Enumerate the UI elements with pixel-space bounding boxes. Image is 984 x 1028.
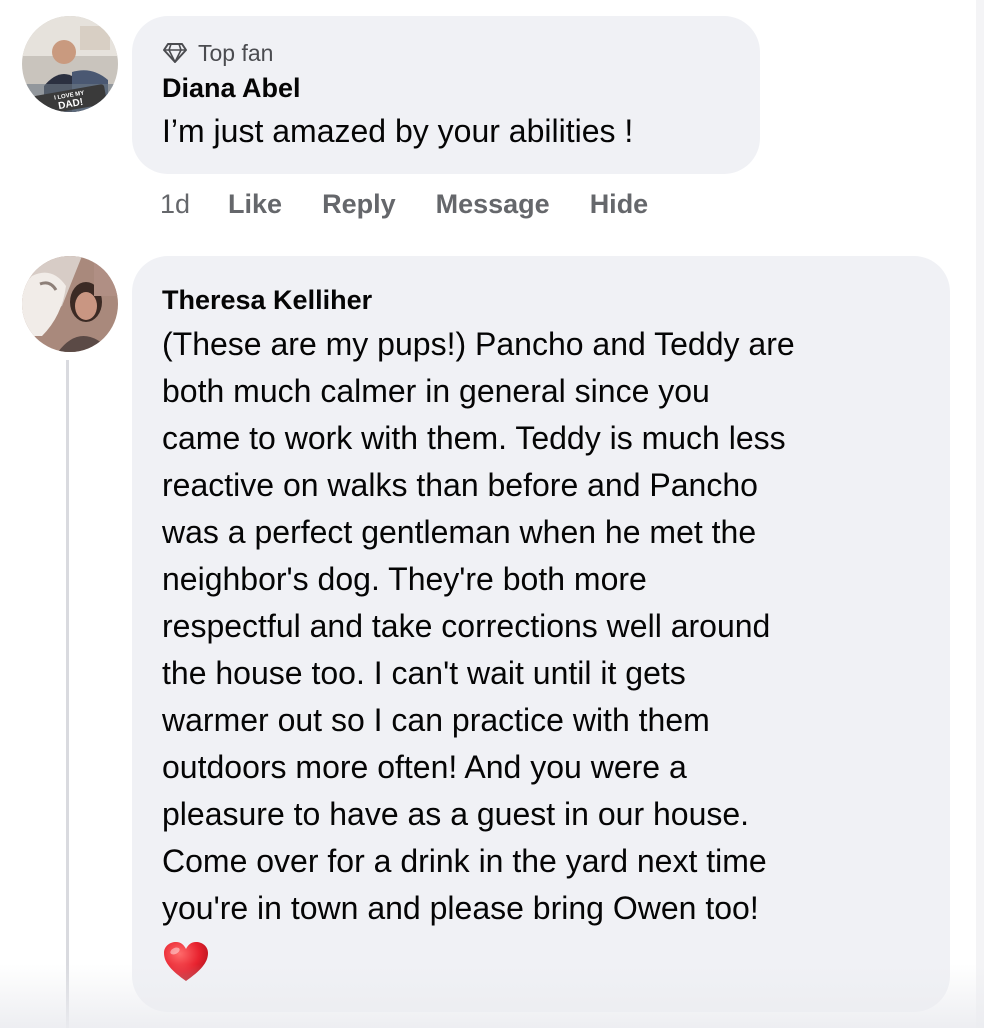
avatar-photo-icon [22,256,118,352]
like-button[interactable]: Like [228,189,282,220]
comment-author[interactable]: Diana Abel [162,68,730,108]
avatar[interactable]: I LOVE MY DAD! [22,16,118,112]
comment-timestamp[interactable]: 1d [160,189,190,220]
comment-bubble: Theresa Kelliher (These are my pups!) Pa… [132,256,950,1012]
avatar[interactable] [22,256,118,352]
comment-actions: 1d Like Reply Message Hide [160,184,688,224]
red-heart-icon [164,942,208,981]
badge-label: Top fan [198,39,274,66]
comment-author[interactable]: Theresa Kelliher [162,280,920,320]
hide-button[interactable]: Hide [590,189,649,220]
message-button[interactable]: Message [436,189,550,220]
comment-text: (These are my pups!) Pancho and Teddy ar… [162,326,795,926]
reply-button[interactable]: Reply [322,189,396,220]
avatar-photo-icon: I LOVE MY DAD! [22,16,118,112]
comments-thread: I LOVE MY DAD! Top fan Diana Abel I’m ju… [0,0,984,1028]
top-fan-badge: Top fan [162,38,730,68]
comment-bubble: Top fan Diana Abel I’m just amazed by yo… [132,16,760,174]
diamond-icon [163,43,187,63]
comment-text: I’m just amazed by your abilities ! [162,113,634,149]
scrollbar-track[interactable] [976,0,984,1028]
reply-thread-line [66,360,69,1028]
